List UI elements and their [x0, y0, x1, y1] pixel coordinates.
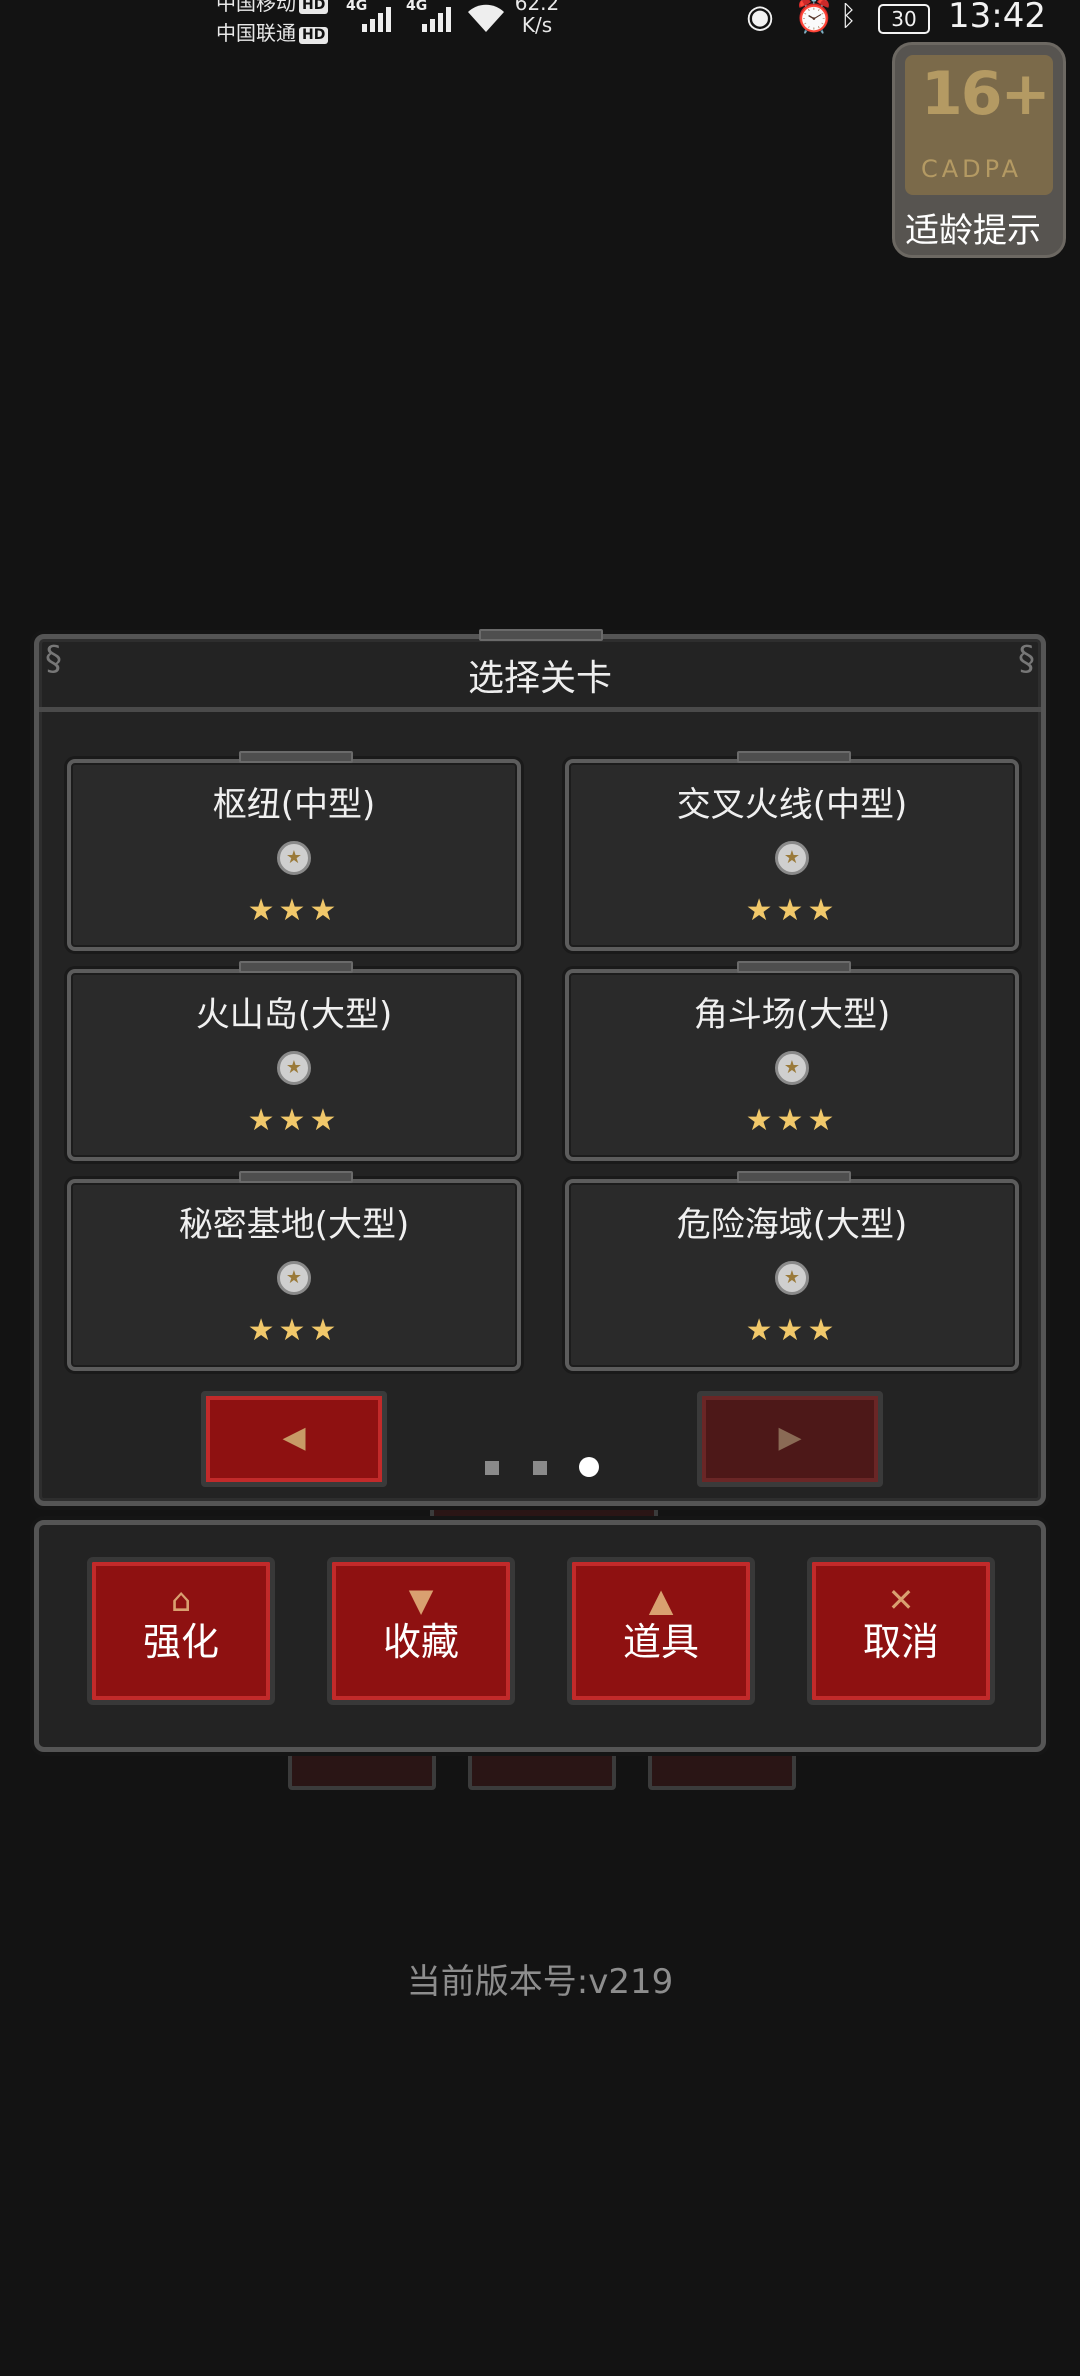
level-stars: ★★★: [745, 1103, 839, 1138]
page-dot-3: [579, 1457, 599, 1477]
level-card-arena[interactable]: 角斗场(大型) ★ ★★★: [565, 961, 1019, 1161]
upgrade-label: 强化: [142, 1620, 219, 1664]
net-speed-value: 62.2: [514, 0, 560, 15]
arrow-right-icon: ▶: [778, 1420, 802, 1455]
level-card-crossfire[interactable]: 交叉火线(中型) ★ ★★★: [565, 751, 1019, 951]
card-ornament: [737, 1171, 851, 1183]
medal-icon: ★: [277, 1051, 311, 1085]
arrow-left-icon: ◀: [282, 1420, 306, 1455]
signal-icon-1: 4G: [346, 0, 400, 34]
eye-icon: ◉: [746, 0, 774, 35]
card-ornament: [737, 961, 851, 973]
level-name: 枢纽(中型): [212, 785, 376, 825]
cancel-button[interactable]: ✕ 取消: [807, 1557, 995, 1705]
prev-page-button[interactable]: ◀: [201, 1391, 387, 1487]
version-text: 当前版本号:v219: [406, 1962, 674, 2002]
carrier-2-name: 中国联通: [216, 21, 296, 45]
level-stars: ★★★: [247, 1103, 341, 1138]
level-select-dialog: § § 选择关卡 枢纽(中型) ★ ★★★ 交叉火线(中型) ★ ★★★ 火山岛…: [34, 629, 1046, 1506]
battery-level: 30: [891, 7, 917, 31]
level-card-secret-base[interactable]: 秘密基地(大型) ★ ★★★: [67, 1171, 521, 1371]
bluetooth-icon: ᛒ: [840, 0, 857, 32]
upgrade-button[interactable]: ⌂ 强化: [87, 1557, 275, 1705]
card-ornament: [737, 751, 851, 763]
card-ornament: [239, 961, 353, 973]
status-bar: 中国移动 HD 中国联通 HD 4G 4G 62.2 K/s ◉ ⏰ ᛒ 30 13…: [0, 0, 1080, 44]
battery-icon: 30: [878, 4, 930, 34]
hd-badge-1: HD: [299, 0, 329, 14]
level-name: 危险海域(大型): [676, 1205, 908, 1245]
wifi-icon: [468, 4, 504, 33]
signal-icon-2: 4G: [406, 0, 460, 34]
carrier-1: 中国移动 HD: [216, 0, 329, 15]
items-button[interactable]: ▲ 道具: [567, 1557, 755, 1705]
medal-icon: ★: [277, 841, 311, 875]
level-stars: ★★★: [745, 893, 839, 928]
title-ornament: [479, 629, 603, 641]
goblet-icon: ▼: [408, 1581, 434, 1619]
age-rating-label: 适龄提示: [905, 211, 1041, 251]
collection-button[interactable]: ▼ 收藏: [327, 1557, 515, 1705]
close-icon: ✕: [887, 1581, 915, 1619]
house-icon: ⌂: [170, 1581, 192, 1619]
collection-label: 收藏: [382, 1620, 459, 1664]
level-stars: ★★★: [745, 1313, 839, 1348]
carrier-2: 中国联通 HD: [216, 21, 329, 45]
potion-icon: ▲: [648, 1581, 674, 1619]
net-speed-unit: K/s: [521, 13, 553, 37]
cancel-label: 取消: [862, 1620, 939, 1664]
age-rating-number: 16+: [921, 59, 1051, 129]
clock-time: 13:42: [948, 0, 1046, 36]
items-label: 道具: [622, 1620, 699, 1664]
title-divider: [39, 707, 1041, 712]
level-stars: ★★★: [247, 1313, 341, 1348]
action-bar: ⌂ 强化 ▼ 收藏 ▲ 道具 ✕ 取消: [34, 1520, 1046, 1752]
age-rating-org: CADPA: [921, 155, 1023, 183]
alarm-icon: ⏰: [794, 0, 834, 35]
level-card-hub[interactable]: 枢纽(中型) ★ ★★★: [67, 751, 521, 951]
medal-icon: ★: [277, 1261, 311, 1295]
hd-badge-2: HD: [299, 27, 329, 44]
level-card-volcano-island[interactable]: 火山岛(大型) ★ ★★★: [67, 961, 521, 1161]
carrier-1-name: 中国移动: [216, 0, 296, 15]
level-name: 角斗场(大型): [693, 995, 891, 1035]
level-card-dangerous-waters[interactable]: 危险海域(大型) ★ ★★★: [565, 1171, 1019, 1371]
medal-icon: ★: [775, 841, 809, 875]
card-ornament: [239, 1171, 353, 1183]
dialog-title: 选择关卡: [467, 658, 612, 699]
age-rating-badge: 16+ CADPA 适龄提示: [892, 42, 1066, 258]
medal-icon: ★: [775, 1261, 809, 1295]
next-page-button[interactable]: ▶: [697, 1391, 883, 1487]
page-dot-2: [533, 1461, 547, 1475]
age-rating-plate: 16+ CADPA: [905, 55, 1053, 195]
page-dot-1: [485, 1461, 499, 1475]
level-name: 火山岛(大型): [195, 995, 393, 1035]
net-speed: 62.2 K/s: [514, 0, 560, 36]
card-ornament: [239, 751, 353, 763]
medal-icon: ★: [775, 1051, 809, 1085]
level-name: 交叉火线(中型): [676, 785, 908, 825]
level-stars: ★★★: [247, 893, 341, 928]
level-name: 秘密基地(大型): [178, 1205, 410, 1245]
